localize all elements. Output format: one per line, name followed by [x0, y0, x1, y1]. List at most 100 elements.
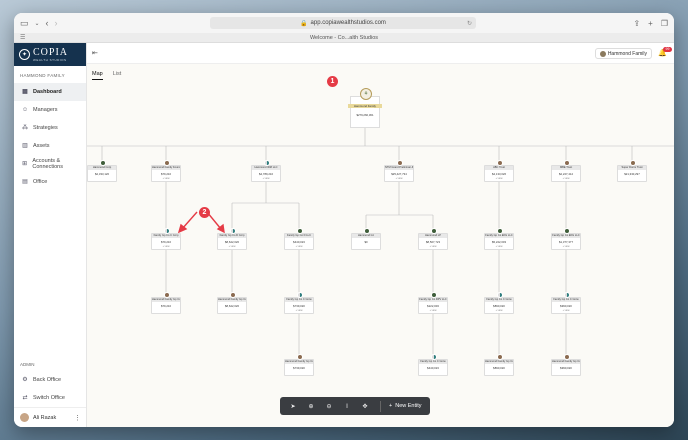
entity-name: MBE Trust	[552, 166, 580, 170]
sidebar-item-back-office[interactable]: ⚙ Back Office	[14, 371, 86, 389]
logo[interactable]: ✦ COPIA WEALTH STUDIOS	[14, 43, 86, 66]
sidebar-item-accounts[interactable]: ⊞ Accounts & Connections	[14, 155, 86, 173]
entity-name: Hammond Family Gp Co	[152, 298, 180, 302]
view-more-link[interactable]: + view	[285, 245, 313, 248]
settings-icon: ⚙	[22, 377, 28, 383]
entity-name: Family Gp Co C Grow	[485, 298, 513, 302]
entity-value: $5,222,003	[492, 240, 506, 244]
sidebar-item-label: Dashboard	[33, 89, 62, 95]
entity-value: $0	[364, 240, 368, 244]
entity-value: $1,377,377	[559, 240, 573, 244]
sidebar-item-dashboard[interactable]: ▦ Dashboard	[14, 83, 86, 101]
root-entity-card[interactable]: ⚘ Hammond Family $279,260,361	[348, 88, 382, 128]
entity-card[interactable]: Hammond IDM LLC $4,789,210 + view	[251, 160, 281, 182]
entity-value: $25,427,734	[391, 172, 407, 176]
view-more-link[interactable]: + view	[552, 309, 580, 312]
entity-card[interactable]: Family Gp Co DPV LLC $222,003 + view	[418, 292, 448, 314]
grid-icon: ▦	[22, 89, 28, 95]
view-more-link[interactable]: + view	[419, 245, 447, 248]
address-bar[interactable]: 🔒 app.copiawealthstudios.com ↻	[210, 17, 476, 29]
new-tab-icon[interactable]: +	[648, 19, 653, 28]
entity-card[interactable]: Family Gp Co C Corp $79,210 + view	[151, 228, 181, 250]
entity-value: $4,789,210	[259, 172, 273, 176]
sidebar-toggle-icon[interactable]: ▭	[20, 18, 29, 29]
entity-card[interactable]: Family Gp Co C Grow $990,020 + view	[551, 292, 581, 314]
entity-card[interactable]: Family Gp Co D LLC $440,023 + view	[284, 228, 314, 250]
view-more-link[interactable]: + view	[419, 309, 447, 312]
sidebar-nav: ▦ Dashboard ☺ Managers ⁂ Strategies ▥ As…	[14, 83, 86, 191]
sidebar-item-switch-office[interactable]: ⇄ Switch Office	[14, 389, 86, 407]
admin-section: ADMIN ⚙ Back Office ⇄ Switch Office Ali …	[14, 362, 86, 427]
entity-name: Family Gp Co C Grow	[552, 298, 580, 302]
view-more-link[interactable]: + view	[252, 177, 280, 180]
entity-card[interactable]: Hammond Family Gp Co $990,020	[551, 354, 581, 376]
view-more-link[interactable]: + view	[552, 177, 580, 180]
entity-card[interactable]: Family Gp Co EFG LLC $5,222,003 + view	[484, 228, 514, 250]
entity-card[interactable]: Family Gp Co EFG LLC $1,377,377 + view	[551, 228, 581, 250]
view-more-link[interactable]: + view	[385, 177, 413, 180]
entity-card[interactable]: Hammond Family Founda $79,210 + view	[151, 160, 181, 182]
root-entity-value: $279,260,361	[356, 113, 374, 117]
sidebar-item-managers[interactable]: ☺ Managers	[14, 101, 86, 119]
entity-card[interactable]: Hammond Family Gp Co $890,020	[484, 354, 514, 376]
main-canvas: ⇤ Hammond Family 🔔 99 Map List ⚘ Hammond…	[87, 43, 674, 427]
view-more-link[interactable]: + view	[485, 245, 513, 248]
entity-card[interactable]: Hammond Family Gp Co $8,622,020	[217, 292, 247, 314]
view-more-link[interactable]: + view	[152, 245, 180, 248]
tab-title[interactable]: Welcome - Co...alth Studios	[14, 35, 674, 41]
sidebar-item-office[interactable]: ▤ Office	[14, 173, 86, 191]
entity-value: $440,023	[293, 240, 305, 244]
view-more-link[interactable]: + view	[485, 177, 513, 180]
view-more-link[interactable]: + view	[285, 309, 313, 312]
entity-card[interactable]: NTM Grand Preliminar & $25,427,734 + view	[384, 160, 414, 182]
view-more-link[interactable]: + view	[218, 245, 246, 248]
back-icon[interactable]: ‹	[46, 18, 49, 28]
lock-icon: 🔒	[300, 20, 308, 27]
more-vertical-icon[interactable]: ⋮	[74, 414, 81, 422]
strategy-icon: ⁂	[22, 125, 28, 131]
forward-icon[interactable]: ›	[55, 18, 58, 28]
share-icon[interactable]: ⇪	[633, 19, 640, 28]
entity-card[interactable]: Hammond Family Gp Co $739,020	[284, 354, 314, 376]
chevron-down-icon[interactable]: ⌄	[35, 20, 40, 27]
entity-card[interactable]: Hammond Corp $2,333,120	[87, 160, 117, 182]
user-name: Ali Razak	[33, 414, 57, 421]
entity-card[interactable]: Hammond Family Gp Co $79,210	[151, 292, 181, 314]
reload-icon[interactable]: ↻	[467, 20, 472, 27]
view-more-link[interactable]: + view	[485, 309, 513, 312]
entity-card[interactable]: Family Gp Co C Grow $739,020 + view	[284, 292, 314, 314]
admin-label: ADMIN	[20, 362, 35, 367]
zoom-out-icon[interactable]: ⊖	[322, 403, 336, 410]
entity-card[interactable]: MBE Trust $2,227,412 + view	[551, 160, 581, 182]
user-profile[interactable]: Ali Razak ⋮	[14, 407, 86, 427]
pointer-icon[interactable]: ➤	[286, 403, 300, 410]
tabs-overview-icon[interactable]: ❐	[661, 19, 668, 28]
entity-card[interactable]: Super Dorris Trust $21,330,297	[617, 160, 647, 182]
bar-chart-icon: ▥	[22, 143, 28, 149]
entity-value: $8,622,020	[225, 240, 239, 244]
sidebar: ✦ COPIA WEALTH STUDIOS HAMMOND FAMILY ▦ …	[14, 43, 87, 427]
entity-card[interactable]: Family Gp Co C Grow $890,020 + view	[484, 292, 514, 314]
entity-name: Family Gp Co EFG LLC	[485, 234, 513, 238]
entity-card[interactable]: Hammond LP $8,507,723 + view	[418, 228, 448, 250]
entity-value: $79,210	[160, 240, 172, 244]
sidebar-item-assets[interactable]: ▥ Assets	[14, 137, 86, 155]
entity-name: Hammond IDM LLC	[252, 166, 280, 170]
entity-value: $2,333,120	[95, 172, 109, 176]
entity-card[interactable]: Family Gp Co D Corp $8,622,020 + view	[217, 228, 247, 250]
entity-card[interactable]: Family Gp Co C Grow $440,023	[418, 354, 448, 376]
view-more-link[interactable]: + view	[152, 177, 180, 180]
view-more-link[interactable]: + view	[552, 245, 580, 248]
entity-card[interactable]: ABC Trust $4,133,026 + view	[484, 160, 514, 182]
move-icon[interactable]: ✥	[358, 403, 372, 410]
zoom-in-icon[interactable]: ⊕	[304, 403, 318, 410]
text-tool-icon[interactable]: Ⅰ	[340, 403, 354, 410]
new-entity-button[interactable]: + New Entity	[389, 403, 422, 409]
sidebar-item-label: Back Office	[33, 377, 62, 383]
sidebar-item-strategies[interactable]: ⁂ Strategies	[14, 119, 86, 137]
sidebar-item-label: Strategies	[33, 125, 58, 131]
entity-value: $990,020	[560, 304, 572, 308]
entity-card[interactable]: Hammond Inc $0	[351, 228, 381, 250]
toolbar-divider	[380, 400, 381, 412]
url-text: app.copiawealthstudios.com	[310, 20, 386, 26]
